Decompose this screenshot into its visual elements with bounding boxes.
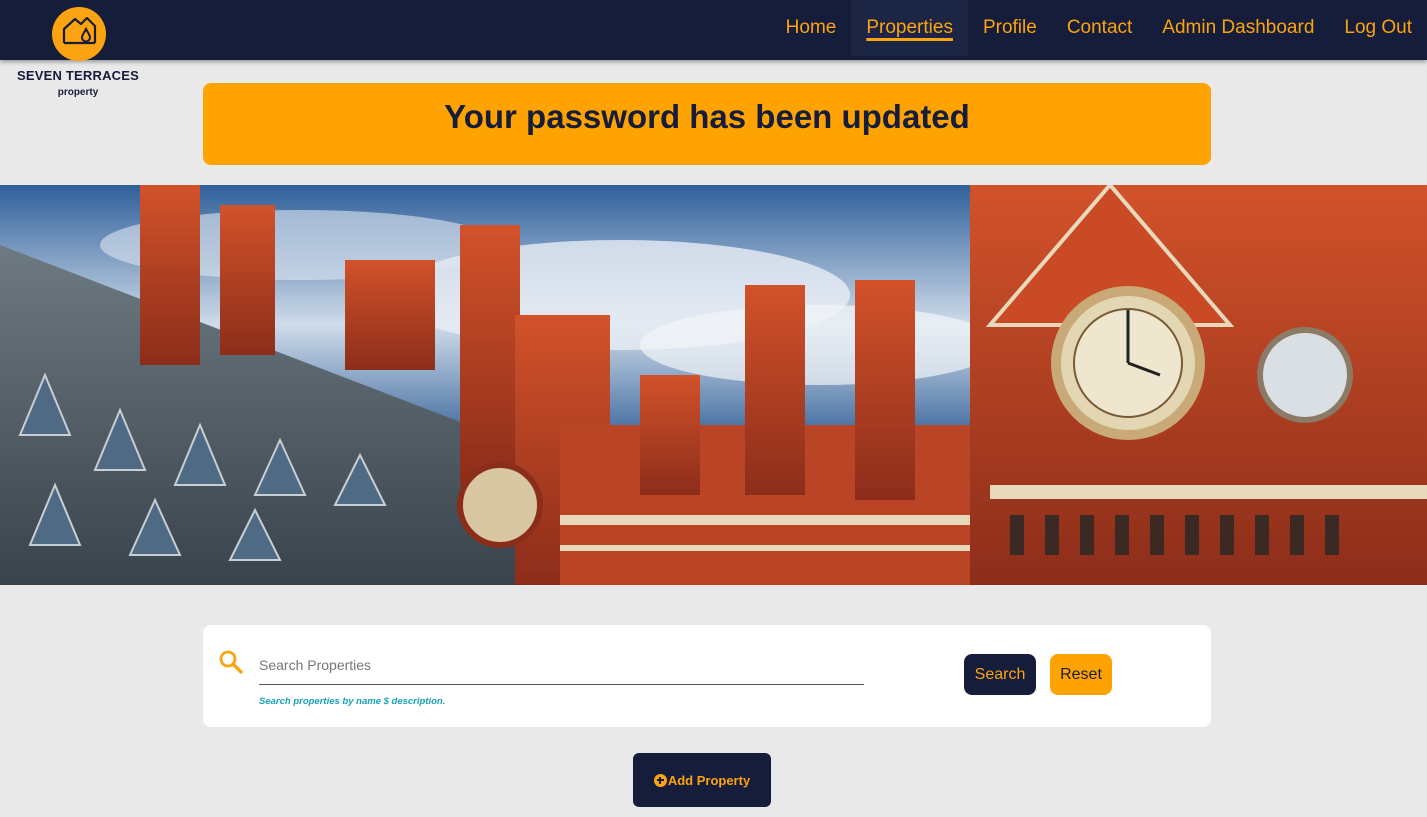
house-drop-icon xyxy=(62,16,97,45)
navbar: Home Properties Profile Contact Admin Da… xyxy=(0,0,1427,60)
success-alert: Your password has been updated xyxy=(203,83,1211,165)
hero-image xyxy=(0,185,1427,585)
alert-message: Your password has been updated xyxy=(444,98,970,135)
nav-link-home[interactable]: Home xyxy=(771,0,852,56)
reset-button[interactable]: Reset xyxy=(1050,654,1112,695)
nav-link-admin-dashboard[interactable]: Admin Dashboard xyxy=(1147,0,1329,56)
add-property-button[interactable]: Add Property xyxy=(633,753,771,807)
search-input[interactable] xyxy=(259,651,864,685)
nav-link-contact[interactable]: Contact xyxy=(1052,0,1147,56)
brand-name: SEVEN TERRACES xyxy=(17,68,139,83)
search-help-text: Search properties by name $ description. xyxy=(259,696,446,707)
brand-subtitle: property xyxy=(57,87,99,98)
nav-link-profile[interactable]: Profile xyxy=(968,0,1052,56)
nav-links: Home Properties Profile Contact Admin Da… xyxy=(771,0,1427,60)
nav-link-properties[interactable]: Properties xyxy=(851,0,968,56)
search-icon xyxy=(219,650,243,674)
nav-link-log-out[interactable]: Log Out xyxy=(1329,0,1427,56)
brand-logo[interactable] xyxy=(52,7,106,61)
plus-circle-icon xyxy=(653,773,667,787)
search-card: Search properties by name $ description.… xyxy=(203,625,1211,727)
add-property-label: Add Property xyxy=(667,772,751,788)
search-button[interactable]: Search xyxy=(964,654,1036,695)
